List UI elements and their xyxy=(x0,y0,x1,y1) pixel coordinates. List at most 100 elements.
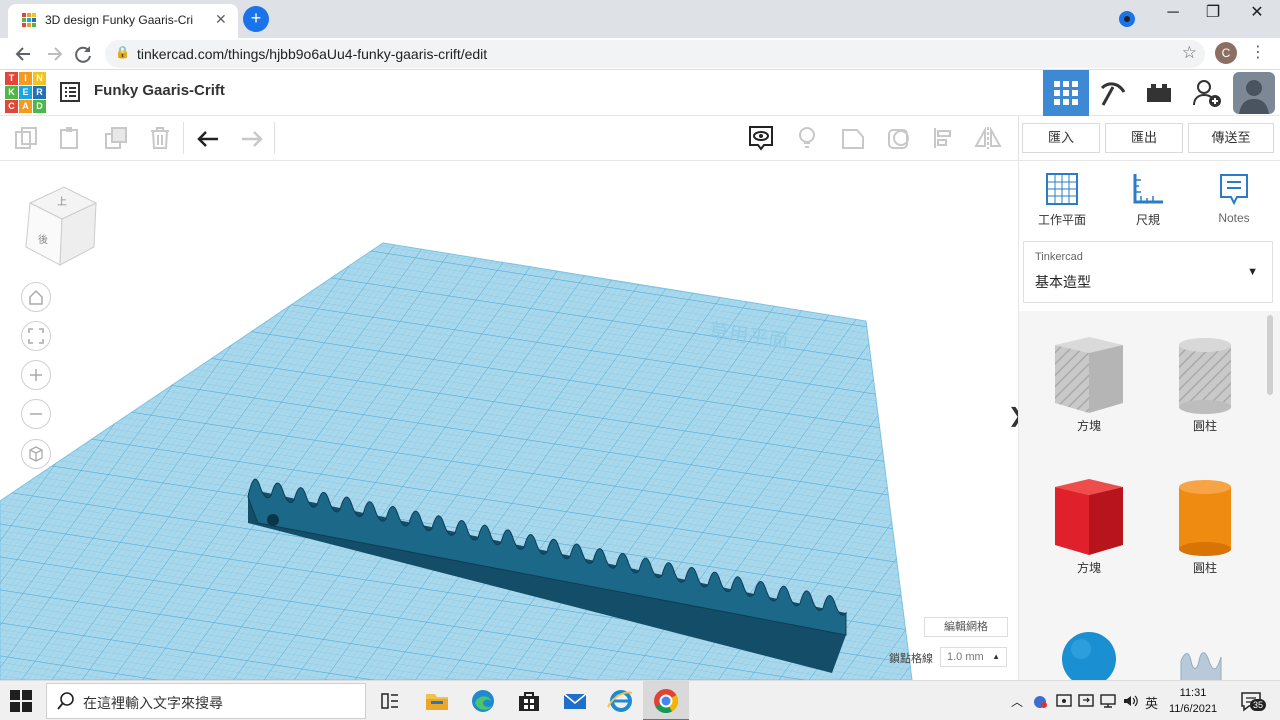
send-to-button[interactable]: 傳送至 xyxy=(1188,123,1274,153)
tray-app-icon[interactable] xyxy=(1056,693,1072,709)
windows-taskbar: 在這裡輸入文字來搜尋 ︿ 英 11:31 11/6/2021 35 xyxy=(0,680,1280,720)
omnibox[interactable]: 🔒 tinkercad.com/things/hjbb9o6aUu4-funky… xyxy=(105,40,1205,68)
show-all-button[interactable] xyxy=(739,116,783,160)
tinkercad-favicon-icon xyxy=(22,13,36,27)
close-window-button[interactable]: ✕ xyxy=(1234,0,1280,30)
avatar-icon xyxy=(1233,72,1275,114)
ungroup-button[interactable] xyxy=(877,116,921,160)
forward-arrow-icon[interactable] xyxy=(42,43,66,65)
home-view-button[interactable] xyxy=(21,282,51,312)
lightbulb-icon xyxy=(795,126,819,150)
reload-icon[interactable] xyxy=(72,43,96,65)
cylinder-hole-icon xyxy=(1165,335,1245,417)
bricks-button[interactable] xyxy=(1136,70,1182,116)
logo-letter: R xyxy=(33,86,46,99)
delete-button[interactable] xyxy=(138,116,182,160)
profile-avatar[interactable]: C xyxy=(1215,42,1237,64)
collapse-panel-icon[interactable]: ❯ xyxy=(1008,403,1018,428)
restore-button[interactable]: ❐ xyxy=(1190,0,1236,30)
bookmark-star-icon[interactable]: ☆ xyxy=(1182,43,1197,63)
align-button[interactable] xyxy=(922,116,966,160)
edge-browser-icon[interactable] xyxy=(467,685,499,717)
box-icon xyxy=(1049,477,1129,559)
tab-close-icon[interactable]: ✕ xyxy=(215,11,227,28)
notification-count-badge: 35 xyxy=(1250,699,1267,711)
tray-sync-icon[interactable] xyxy=(1078,693,1094,709)
design-menu-icon[interactable] xyxy=(60,82,80,102)
plus-icon xyxy=(28,367,44,383)
copy-button[interactable] xyxy=(4,116,48,160)
chrome-menu-icon[interactable]: ⋮ xyxy=(1250,42,1266,62)
rack-hole xyxy=(267,514,279,526)
grid-icon xyxy=(1054,81,1078,105)
ime-indicator[interactable]: 英 xyxy=(1145,693,1158,712)
mirror-button[interactable] xyxy=(966,116,1010,160)
edit-grid-button[interactable]: 編輯網格 xyxy=(924,617,1008,637)
fit-view-button[interactable] xyxy=(21,321,51,351)
tinkercad-header: T I N K E R C A D Funky Gaaris-Crift xyxy=(0,70,1280,116)
chrome-profile-icon[interactable] xyxy=(1115,7,1139,31)
user-avatar[interactable] xyxy=(1230,70,1278,116)
notes-label: Notes xyxy=(1218,211,1250,225)
mail-icon[interactable] xyxy=(559,685,591,717)
panel-scrollbar[interactable] xyxy=(1267,315,1273,395)
group-button[interactable] xyxy=(831,116,875,160)
codeblocks-button[interactable] xyxy=(1090,70,1136,116)
tinkercad-logo[interactable]: T I N K E R C A D xyxy=(5,72,46,113)
duplicate-button[interactable] xyxy=(94,116,138,160)
view-cube[interactable]: 上 後 xyxy=(20,179,100,269)
shape-cylinder[interactable]: 圓柱 xyxy=(1165,477,1245,576)
tray-security-icon[interactable] xyxy=(1032,693,1048,709)
url-text[interactable]: tinkercad.com/things/hjbb9o6aUu4-funky-g… xyxy=(137,46,487,62)
snap-grid-select[interactable]: 1.0 mm ▲ xyxy=(940,647,1007,667)
box-hole-icon xyxy=(1049,335,1129,417)
internet-explorer-icon[interactable] xyxy=(605,685,637,717)
add-collaborator-button[interactable] xyxy=(1184,70,1230,116)
toolbar-divider xyxy=(274,122,275,154)
shape-box[interactable]: 方塊 xyxy=(1049,477,1129,576)
zoom-in-button[interactable] xyxy=(21,360,51,390)
redo-button[interactable] xyxy=(230,116,274,160)
new-tab-button[interactable]: + xyxy=(243,6,269,32)
shape-sphere[interactable] xyxy=(1061,631,1117,680)
shape-box-hole[interactable]: 方塊 xyxy=(1049,335,1129,434)
add-user-icon xyxy=(1192,78,1222,108)
network-icon[interactable] xyxy=(1100,693,1116,709)
edit-toolbar: 匯入 匯出 傳送至 xyxy=(0,116,1280,161)
notification-center-icon[interactable]: 35 xyxy=(1240,690,1267,712)
taskbar-clock[interactable]: 11:31 11/6/2021 xyxy=(1165,685,1221,717)
import-button[interactable]: 匯入 xyxy=(1022,123,1100,153)
undo-button[interactable] xyxy=(186,116,230,160)
ortho-view-button[interactable] xyxy=(21,439,51,469)
paste-button[interactable] xyxy=(48,116,92,160)
3d-viewport[interactable]: 草用平面 上 後 編輯網格 鎖點格線 1.0 mm ▲ ❯ xyxy=(0,161,1018,680)
cylinder-icon xyxy=(1165,477,1245,559)
tray-chevron-icon[interactable]: ︿ xyxy=(1011,693,1023,710)
workplane-tool[interactable]: 工作平面 xyxy=(1027,171,1097,228)
file-explorer-icon[interactable] xyxy=(421,685,453,717)
light-button[interactable] xyxy=(785,116,829,160)
taskbar-search-box[interactable]: 在這裡輸入文字來搜尋 xyxy=(46,683,366,719)
zoom-out-button[interactable] xyxy=(21,399,51,429)
shape-library-select[interactable]: Tinkercad 基本造型 ▼ xyxy=(1023,241,1273,303)
design-title[interactable]: Funky Gaaris-Crift xyxy=(94,82,225,99)
chrome-icon xyxy=(652,687,680,715)
shape-cylinder-hole[interactable]: 圓柱 xyxy=(1165,335,1245,434)
windows-start-icon[interactable] xyxy=(10,690,32,712)
library-source: Tinkercad xyxy=(1035,251,1083,263)
chrome-taskbar-button[interactable] xyxy=(643,681,689,720)
notes-tool[interactable]: Notes xyxy=(1199,171,1269,225)
3d-view-button[interactable] xyxy=(1043,70,1089,116)
task-view-icon[interactable] xyxy=(374,685,406,717)
back-arrow-icon[interactable] xyxy=(12,43,36,65)
export-button[interactable]: 匯出 xyxy=(1105,123,1183,153)
volume-icon[interactable] xyxy=(1122,693,1138,709)
ungroup-shape-icon xyxy=(887,126,911,150)
brick-icon xyxy=(1146,83,1172,103)
shape-scribble[interactable] xyxy=(1177,641,1233,680)
store-icon[interactable] xyxy=(513,685,545,717)
duplicate-icon xyxy=(104,126,128,150)
workplane-scene[interactable]: 草用平面 xyxy=(0,161,1018,680)
ruler-tool[interactable]: 尺規 xyxy=(1113,171,1183,228)
browser-tab[interactable]: 3D design Funky Gaaris-Crift | T ✕ xyxy=(8,4,238,38)
